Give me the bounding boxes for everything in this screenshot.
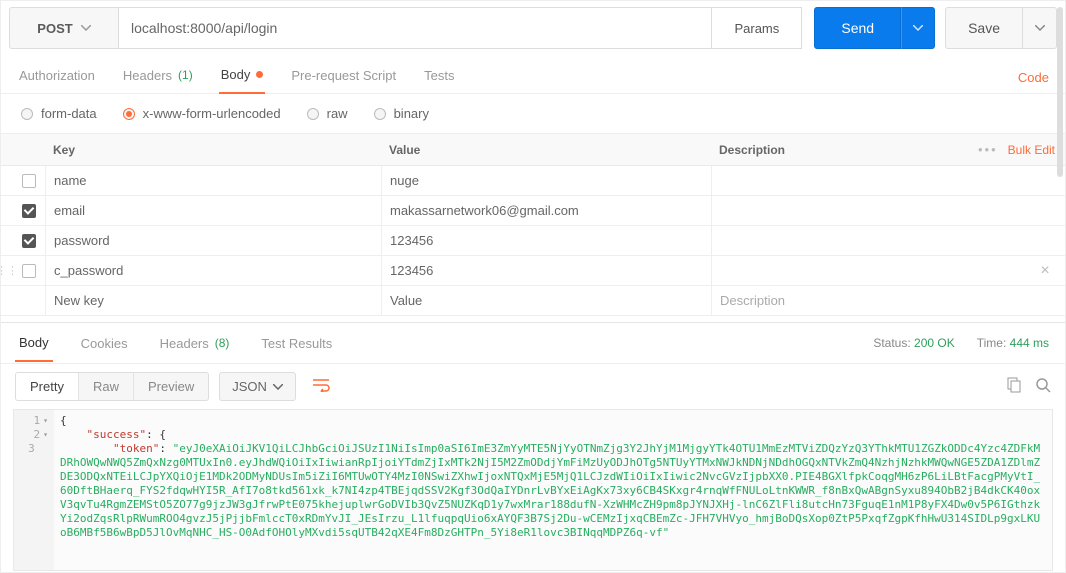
view-raw[interactable]: Raw [79,373,134,400]
kv-head-desc: Description [711,143,977,157]
send-button[interactable]: Send [814,7,901,49]
kv-head-key: Key [45,143,381,157]
view-preview[interactable]: Preview [134,373,208,400]
bulk-edit-link[interactable]: Bulk Edit [1008,143,1055,157]
table-row-new: New key Value Description [1,286,1065,316]
desc-cell[interactable] [711,196,1025,225]
key-cell[interactable]: c_password [45,256,381,285]
response-tabs: Body Cookies Headers (8) Test Results St… [1,322,1065,364]
radio-binary[interactable]: binary [374,106,429,121]
tab-pre-request[interactable]: Pre-request Script [289,62,398,93]
line-gutter: 1 ▾ 2 ▾ 3 [14,410,54,570]
app-window: POST localhost:8000/api/login Params Sen… [0,0,1066,573]
send-group: Send Save [814,7,1057,49]
request-bar: POST localhost:8000/api/login Params Sen… [1,1,1065,49]
key-cell[interactable]: name [45,166,381,195]
kv-head-value: Value [381,143,711,157]
response-meta: Status: 200 OK Time: 444 ms [873,336,1049,350]
radio-icon [21,108,33,120]
save-caret-button[interactable] [1023,7,1057,49]
http-method-label: POST [37,21,72,36]
value-cell[interactable]: nuge [381,166,711,195]
radio-icon [374,108,386,120]
resp-tab-cookies[interactable]: Cookies [77,326,132,361]
row-checkbox[interactable] [22,174,36,188]
drag-handle-icon[interactable]: ⋮⋮ [1,264,13,277]
url-value: localhost:8000/api/login [131,20,277,36]
copy-icon[interactable] [1005,377,1021,396]
close-icon[interactable]: × [1040,262,1049,280]
value-cell[interactable]: 123456 [381,256,711,285]
headers-count: (1) [178,68,193,82]
key-cell[interactable]: New key [45,286,381,315]
more-icon[interactable]: ••• [978,142,998,157]
resp-tab-headers[interactable]: Headers (8) [156,326,234,361]
chevron-down-icon [273,384,283,390]
row-checkbox[interactable] [22,264,36,278]
row-checkbox[interactable] [22,204,36,218]
tab-headers[interactable]: Headers (1) [121,62,195,93]
send-caret-button[interactable] [901,7,935,49]
params-button[interactable]: Params [712,7,802,49]
desc-cell[interactable]: Description [711,286,1025,315]
view-mode-segment: Pretty Raw Preview [15,372,209,401]
url-input[interactable]: localhost:8000/api/login [119,7,712,49]
view-pretty[interactable]: Pretty [16,373,79,400]
table-row: name nuge [1,166,1065,196]
radio-urlencoded[interactable]: x-www-form-urlencoded [123,106,281,121]
request-tabs: Authorization Headers (1) Body Pre-reque… [1,49,1065,94]
radio-icon [123,108,135,120]
response-body: 1 ▾ 2 ▾ 3 { "success": { "token": "eyJ0e… [13,409,1053,571]
unsaved-dot-icon [256,71,263,78]
radio-raw[interactable]: raw [307,106,348,121]
resp-tab-body[interactable]: Body [15,325,53,362]
chevron-down-icon [1035,25,1045,31]
chevron-down-icon [913,25,923,31]
value-cell[interactable]: makassarnetwork06@gmail.com [381,196,711,225]
content-type-select[interactable]: JSON [219,372,296,401]
tab-body[interactable]: Body [219,61,266,94]
key-cell[interactable]: email [45,196,381,225]
tab-tests[interactable]: Tests [422,62,456,93]
desc-cell[interactable] [711,166,1025,195]
desc-cell[interactable] [711,226,1025,255]
table-row: email makassarnetwork06@gmail.com [1,196,1065,226]
desc-cell[interactable] [711,256,1025,285]
table-row: ⋮⋮ c_password 123456 × [1,256,1065,286]
response-controls: Pretty Raw Preview JSON [1,364,1065,409]
radio-form-data[interactable]: form-data [21,106,97,121]
chevron-down-icon [81,25,91,31]
search-icon[interactable] [1035,377,1051,396]
wrap-icon [312,378,330,392]
response-json[interactable]: { "success": { "token": "eyJ0eXAiOiJKV1Q… [54,410,1052,570]
kv-header: Key Value Description ••• Bulk Edit [1,134,1065,166]
body-type-row: form-data x-www-form-urlencoded raw bina… [1,94,1065,134]
status-value: 200 OK [914,336,955,350]
resp-headers-count: (8) [215,336,230,350]
save-button[interactable]: Save [945,7,1023,49]
time-value: 444 ms [1010,336,1049,350]
row-checkbox[interactable] [22,234,36,248]
tab-authorization[interactable]: Authorization [17,62,97,93]
table-row: password 123456 [1,226,1065,256]
key-cell[interactable]: password [45,226,381,255]
resp-tab-test-results[interactable]: Test Results [257,326,336,361]
value-cell[interactable]: 123456 [381,226,711,255]
wrap-lines-button[interactable] [306,374,336,399]
value-cell[interactable]: Value [381,286,711,315]
http-method-select[interactable]: POST [9,7,119,49]
radio-icon [307,108,319,120]
code-link[interactable]: Code [1018,70,1049,85]
